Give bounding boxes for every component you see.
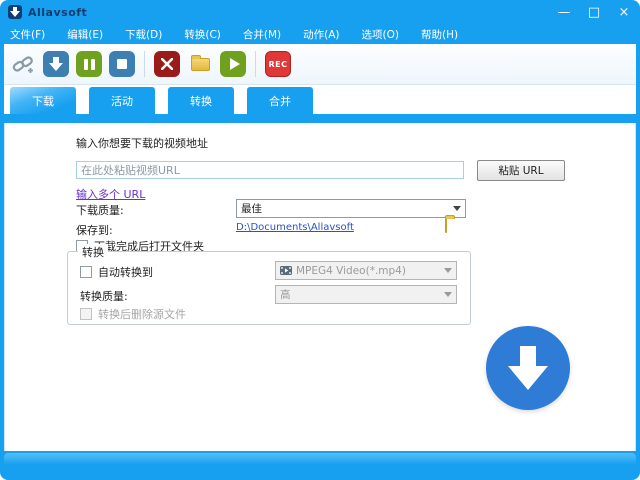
- toolbar: REC: [4, 44, 636, 85]
- maximize-button[interactable]: □: [586, 6, 602, 19]
- record-label: REC: [269, 60, 288, 69]
- menu-help[interactable]: 帮助(H): [421, 27, 458, 42]
- menu-edit[interactable]: 编辑(E): [67, 27, 103, 42]
- big-download-button[interactable]: [486, 326, 570, 410]
- menu-bar: 文件(F) 编辑(E) 下载(D) 转换(C) 合并(M) 动作(A) 选项(O…: [0, 24, 640, 44]
- convert-group-title: 转换: [78, 244, 108, 260]
- minimize-button[interactable]: —: [556, 6, 572, 19]
- menu-action[interactable]: 动作(A): [303, 27, 339, 42]
- chevron-down-icon: [444, 268, 452, 273]
- play-icon[interactable]: [220, 51, 246, 77]
- open-folder-icon[interactable]: [187, 51, 213, 77]
- multi-url-link[interactable]: 输入多个 URL: [76, 186, 145, 202]
- download-quality-label: 下载质量:: [76, 202, 124, 218]
- app-icon: [8, 5, 22, 19]
- toolbar-separator: [255, 51, 256, 77]
- checkbox-label: 自动转换到: [98, 266, 153, 279]
- convert-quality-value: 高: [280, 287, 291, 302]
- allavsoft-window: Allavsoft — □ × 文件(F) 编辑(E) 下载(D) 转换(C) …: [0, 0, 640, 480]
- download-quality-value: 最佳: [241, 201, 262, 216]
- url-input[interactable]: [76, 161, 464, 179]
- convert-quality-label: 转换质量:: [80, 288, 128, 304]
- window-title: Allavsoft: [28, 6, 87, 19]
- download-panel: 输入你想要下载的视频地址 粘贴 URL 输入多个 URL 下载质量: 最佳 保存…: [4, 123, 636, 451]
- chevron-down-icon: [444, 292, 452, 297]
- convert-format-value: MPEG4 Video(*.mp4): [296, 265, 406, 277]
- menu-download[interactable]: 下载(D): [125, 27, 162, 42]
- delete-source-checkbox: 转换后删除源文件: [80, 306, 186, 322]
- menu-file[interactable]: 文件(F): [10, 27, 45, 42]
- status-bar: [4, 453, 636, 479]
- download-quality-select[interactable]: 最佳: [236, 199, 466, 218]
- download-arrow-icon: [506, 344, 550, 392]
- convert-format-select: MPEG4 Video(*.mp4): [275, 261, 457, 280]
- toolbar-separator: [144, 51, 145, 77]
- tab-download[interactable]: 下载: [10, 87, 76, 114]
- tab-merge[interactable]: 合并: [247, 87, 313, 114]
- save-path-link[interactable]: D:\Documents\Allavsoft: [236, 222, 354, 233]
- save-to-label: 保存到:: [76, 222, 113, 238]
- menu-merge[interactable]: 合并(M): [243, 27, 281, 42]
- convert-groupbox: 转换 自动转换到 MPEG4 Video(*.mp4) 转换质量:: [67, 251, 471, 325]
- checkbox-box[interactable]: [80, 266, 92, 278]
- tab-convert[interactable]: 转换: [168, 87, 234, 114]
- menu-convert[interactable]: 转换(C): [184, 27, 221, 42]
- menu-options[interactable]: 选项(O): [362, 27, 399, 42]
- video-format-icon: [280, 265, 292, 276]
- tab-underline-bar: [4, 114, 636, 123]
- browse-folder-icon[interactable]: [445, 219, 447, 232]
- add-url-icon[interactable]: [10, 51, 36, 77]
- record-button[interactable]: REC: [265, 51, 291, 77]
- url-label: 输入你想要下载的视频地址: [76, 135, 208, 151]
- close-button[interactable]: ×: [616, 6, 632, 19]
- tab-strip: 下载 活动 转换 合并: [4, 85, 636, 114]
- tab-activity[interactable]: 活动: [89, 87, 155, 114]
- stop-icon[interactable]: [109, 51, 135, 77]
- paste-url-button[interactable]: 粘贴 URL: [477, 160, 565, 181]
- chevron-down-icon: [453, 206, 461, 211]
- title-bar: Allavsoft — □ ×: [0, 0, 640, 24]
- download-icon[interactable]: [43, 51, 69, 77]
- checkbox-label: 转换后删除源文件: [98, 308, 186, 321]
- auto-convert-checkbox[interactable]: 自动转换到: [80, 264, 153, 280]
- pause-icon[interactable]: [76, 51, 102, 77]
- remove-icon[interactable]: [154, 51, 180, 77]
- checkbox-box: [80, 308, 92, 320]
- convert-quality-select: 高: [275, 285, 457, 304]
